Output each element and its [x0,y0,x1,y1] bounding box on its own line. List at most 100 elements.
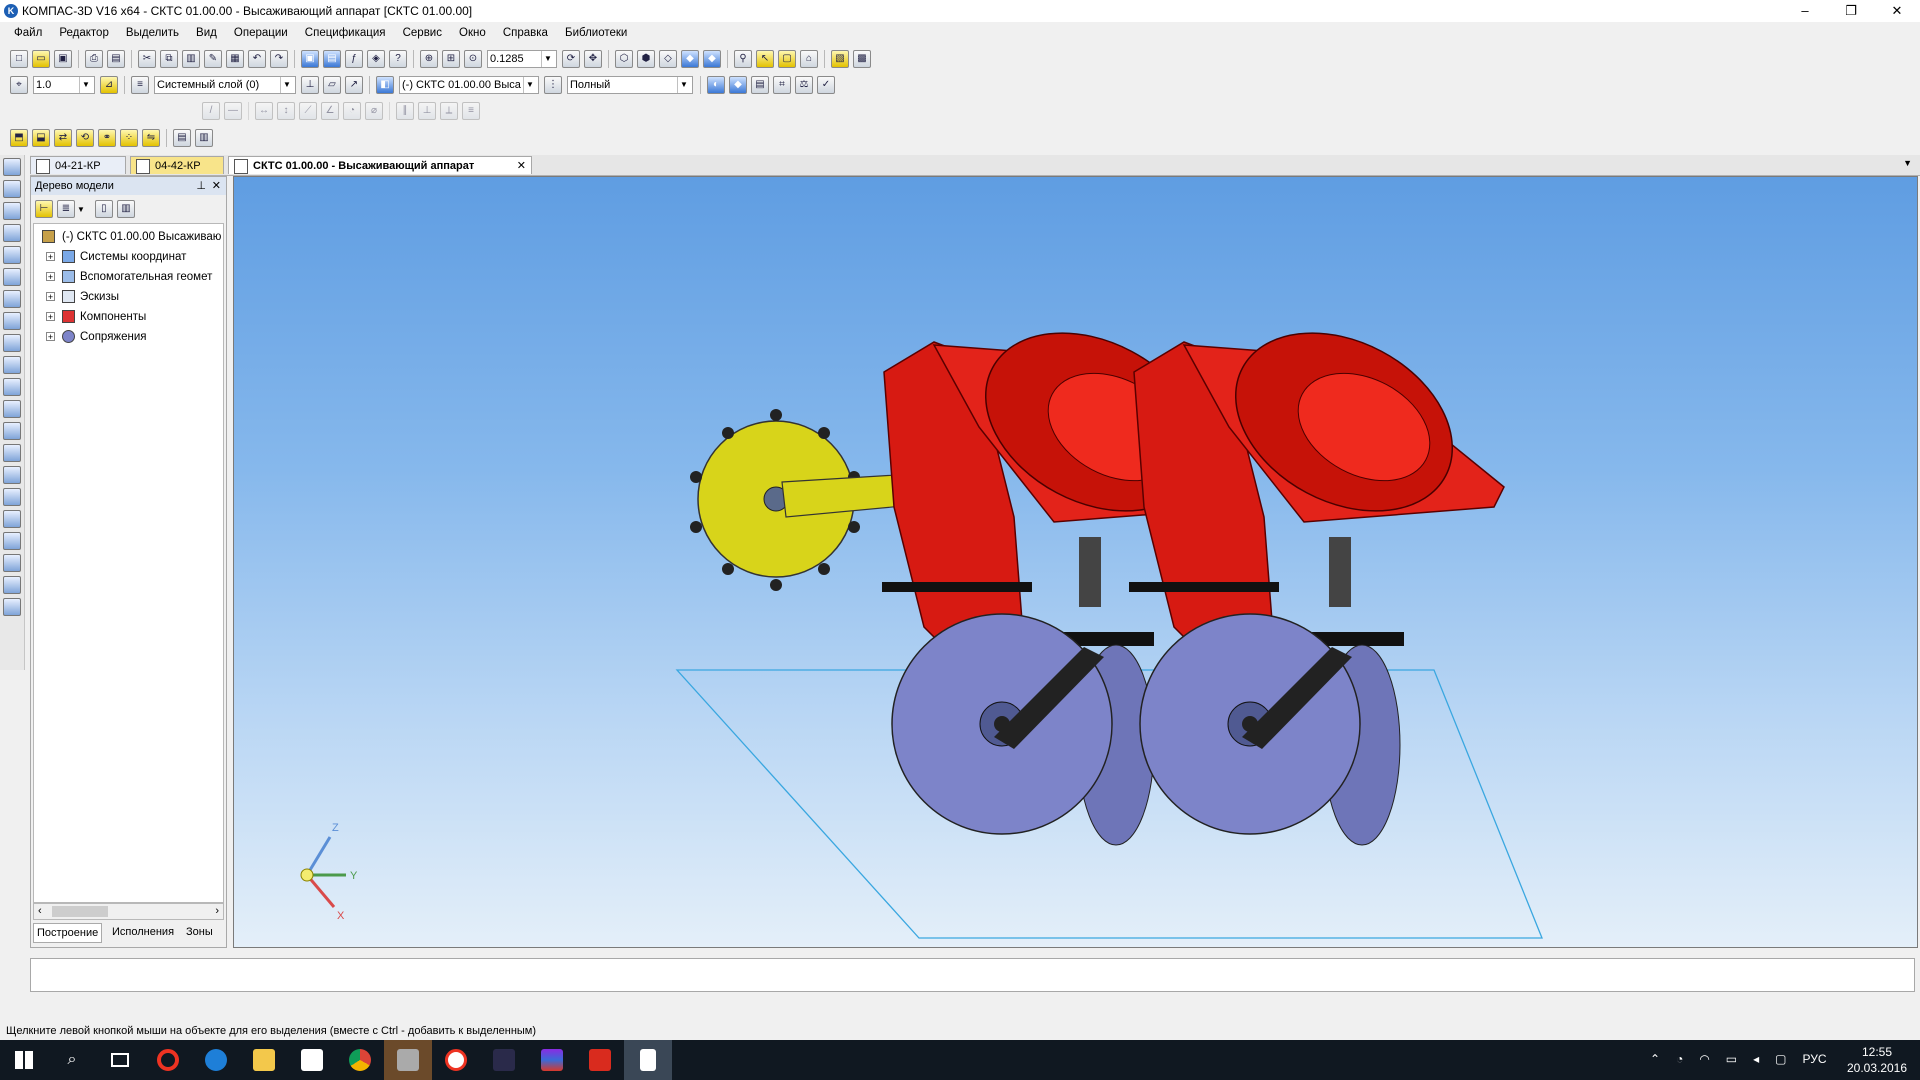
ortho-mode-icon[interactable]: ⊿ [100,76,118,94]
spatial-curves-icon[interactable] [3,202,21,220]
constraint4-icon[interactable]: ≡ [462,102,480,120]
print-preview-icon[interactable]: ▤ [107,50,125,68]
notification-icon[interactable]: ▢ [1775,1052,1786,1066]
layer-icon[interactable]: ≡ [131,76,149,94]
pan-icon[interactable]: ✥ [584,50,602,68]
tab-zones[interactable]: Зоны [183,923,216,941]
tab-04-42-kr[interactable]: 04-42-КР [130,156,224,174]
rotate-component-icon[interactable]: ⟲ [76,129,94,147]
current-object-icon[interactable]: ◧ [376,76,394,94]
mates-icon[interactable] [3,400,21,418]
maximize-button[interactable]: ❐ [1828,0,1874,22]
chevron-down-icon[interactable]: ▼ [79,77,92,93]
tree-horizontal-scrollbar[interactable]: ‹ › [33,903,224,920]
component-icon[interactable]: ▢ [778,50,796,68]
surfaces-icon[interactable] [3,224,21,242]
local-cs-icon[interactable]: ⊥ [301,76,319,94]
volume-icon[interactable]: ◂ [1753,1052,1759,1066]
language-indicator[interactable]: РУС [1803,1052,1827,1066]
model-viewport[interactable]: Z Y X [233,176,1918,948]
copy-icon[interactable]: ⧉ [160,50,178,68]
bill-icon[interactable]: ▤ [173,129,191,147]
rotate-icon[interactable]: ⟳ [562,50,580,68]
menu-libraries[interactable]: Библиотеки [565,24,627,42]
chevron-down-icon[interactable]: ▼ [541,51,554,67]
snap-step-icon[interactable]: ⌖ [10,76,28,94]
chevron-down-icon[interactable]: ▼ [677,77,690,93]
wireframe-icon[interactable]: ⬡ [615,50,633,68]
tab-04-21-kr[interactable]: 04-21-КР [30,156,126,174]
current-object-combo[interactable]: (-) СКТС 01.00.00 Выса ▼ [399,76,539,94]
constraint2-icon[interactable]: ⊥ [418,102,436,120]
measurements-icon[interactable] [3,422,21,440]
reports-icon[interactable] [3,510,21,528]
start-button[interactable] [0,1040,48,1080]
search-button[interactable]: ⌕ [48,1040,96,1080]
orientation-icon[interactable]: ⌂ [800,50,818,68]
macro-icon[interactable] [3,554,21,572]
format-brush-icon[interactable]: ✎ [204,50,222,68]
array-icon[interactable]: ⁘ [120,129,138,147]
opera-taskbar-button[interactable] [144,1040,192,1080]
sheet-metal-icon[interactable] [3,268,21,286]
clock[interactable]: 12:55 20.03.2016 [1842,1044,1912,1076]
section-icon[interactable]: ▧ [831,50,849,68]
tree-item-mates[interactable]: + Сопряжения [46,328,147,346]
tree-icon[interactable]: ▤ [323,50,341,68]
dim-radius-icon[interactable]: ◔ [343,102,361,120]
check-icon[interactable]: ✓ [817,76,835,94]
add-component-icon[interactable]: ⬒ [10,129,28,147]
model-view-svg[interactable]: Z Y X [234,177,1918,948]
elements-icon[interactable] [3,466,21,484]
paste-icon[interactable]: ▥ [182,50,200,68]
dim-diameter-icon[interactable]: ⌀ [365,102,383,120]
network-icon[interactable]: ◔ [1676,1052,1683,1066]
dim-linear-icon[interactable]: ↔ [255,102,273,120]
scroll-right-icon[interactable]: › [215,905,219,917]
edit-assembly-icon[interactable] [3,378,21,396]
wifi-icon[interactable]: ◠ [1699,1052,1709,1066]
close-button[interactable]: ✕ [1874,0,1920,22]
tree-view-mode-icon[interactable]: ≣ [57,200,75,218]
perspective-icon[interactable]: ▩ [853,50,871,68]
orientation-plane-icon[interactable]: ↗ [345,76,363,94]
auxiliary-geometry-icon[interactable] [3,180,21,198]
expand-icon[interactable]: + [46,312,55,322]
print-icon[interactable]: ⎙ [85,50,103,68]
constraint3-icon[interactable]: ⟂ [440,102,458,120]
tab-versions[interactable]: Исполнения [109,923,177,941]
solidworks-taskbar-button[interactable] [576,1040,624,1080]
chevron-down-icon[interactable]: ▼ [280,77,293,93]
edit-details-icon[interactable] [3,158,21,176]
menu-editor[interactable]: Редактор [59,24,109,42]
hidden-lines-icon[interactable]: ⬢ [637,50,655,68]
open-folder-icon[interactable]: ▭ [32,50,50,68]
kompas-app-icon[interactable]: K [4,4,18,18]
task-view-button[interactable] [96,1040,144,1080]
menu-service[interactable]: Сервис [403,24,442,42]
detail-level-combo[interactable]: Полный ▼ [567,76,693,94]
tree-item-sketches[interactable]: + Эскизы [46,288,119,306]
zoom-window-icon[interactable]: ⊕ [420,50,438,68]
scroll-left-icon[interactable]: ‹ [38,905,42,917]
close-tab-icon[interactable]: ✕ [517,157,526,175]
redo-icon[interactable]: ↷ [270,50,288,68]
layer-combo[interactable]: Системный слой (0) ▼ [154,76,296,94]
zoom-icon[interactable]: ⊙ [464,50,482,68]
constraint-icon[interactable]: ∥ [396,102,414,120]
help-pointer-icon[interactable]: ? [389,50,407,68]
dimensions-icon[interactable] [3,290,21,308]
wot-taskbar-button[interactable] [384,1040,432,1080]
chrome-taskbar-button[interactable] [336,1040,384,1080]
store-taskbar-button[interactable] [288,1040,336,1080]
lock-icon[interactable] [3,576,21,594]
save-icon[interactable]: ▣ [54,50,72,68]
mate-icon[interactable]: ⚭ [98,129,116,147]
cut-icon[interactable]: ✂ [138,50,156,68]
specification-icon[interactable] [3,488,21,506]
select-icon[interactable]: ↖ [756,50,774,68]
minimize-button[interactable]: – [1782,0,1828,22]
menu-window[interactable]: Окно [459,24,486,42]
new-document-icon[interactable]: □ [10,50,28,68]
opener-disc-1[interactable] [891,613,1113,835]
